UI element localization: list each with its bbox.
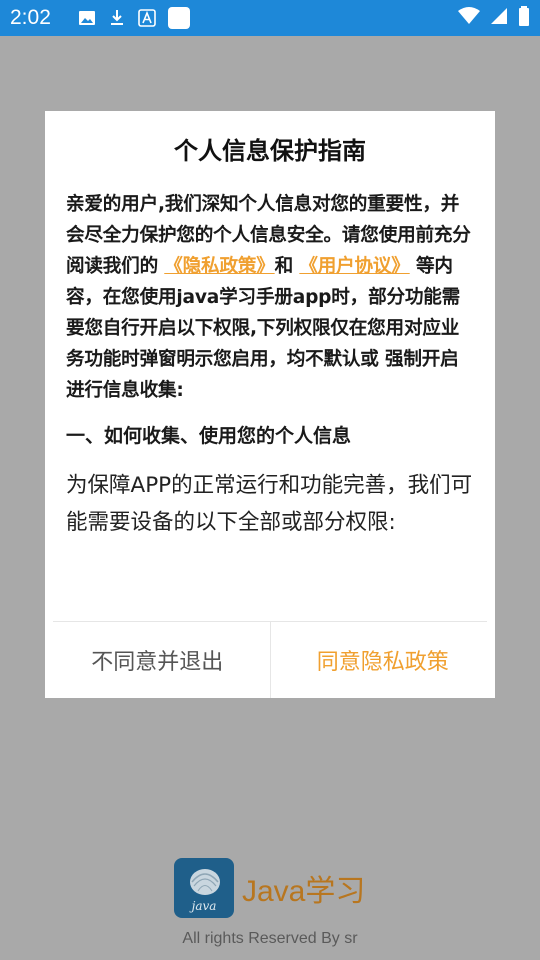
image-icon xyxy=(78,9,96,27)
intro-text-2: 等内容，在您使用java学习手册app时，部分功能需要您自行开启以下权限,下列权… xyxy=(66,256,461,401)
section-text: 为保障APP的正常运行和功能完善，我们可能需要设备的以下全部或部分权限: xyxy=(66,473,473,535)
app-name: Java学习 xyxy=(242,875,366,908)
and-text: 和 xyxy=(274,256,294,277)
status-time: 2:02 xyxy=(10,6,51,29)
text-a-icon xyxy=(138,9,156,27)
app-brand: java Java学习 xyxy=(174,858,365,918)
status-bar: 2:02 xyxy=(0,0,540,36)
dialog-buttons: 不同意并退出 同意隐私政策 xyxy=(45,622,495,698)
square-icon xyxy=(168,7,190,29)
agree-privacy-button[interactable]: 同意隐私政策 xyxy=(269,622,496,698)
wifi-icon xyxy=(458,7,480,29)
download-icon xyxy=(108,9,126,27)
dialog-title: 个人信息保护指南 xyxy=(174,137,366,165)
decline-exit-button[interactable]: 不同意并退出 xyxy=(45,622,270,698)
privacy-policy-link[interactable]: 《隐私政策》 xyxy=(164,256,275,277)
privacy-dialog: 个人信息保护指南 亲爱的用户,我们深知个人信息对您的重要性，并会尽全力保护您的个… xyxy=(45,111,495,698)
status-right-icons xyxy=(458,0,530,36)
signal-icon xyxy=(490,7,508,29)
intro-paragraph: 亲爱的用户,我们深知个人信息对您的重要性，并会尽全力保护您的个人信息安全。请您使… xyxy=(66,189,476,406)
copyright-text: All rights Reserved By sr xyxy=(182,930,358,947)
app-logo: java xyxy=(174,858,234,918)
battery-icon xyxy=(518,6,530,30)
dialog-body[interactable]: 亲爱的用户,我们深知个人信息对您的重要性，并会尽全力保护您的个人信息安全。请您使… xyxy=(66,189,476,621)
svg-text:java: java xyxy=(189,899,217,913)
user-agreement-link[interactable]: 《用户协议》 xyxy=(299,256,410,277)
section-heading: 一、如何收集、使用您的个人信息 xyxy=(66,425,352,447)
